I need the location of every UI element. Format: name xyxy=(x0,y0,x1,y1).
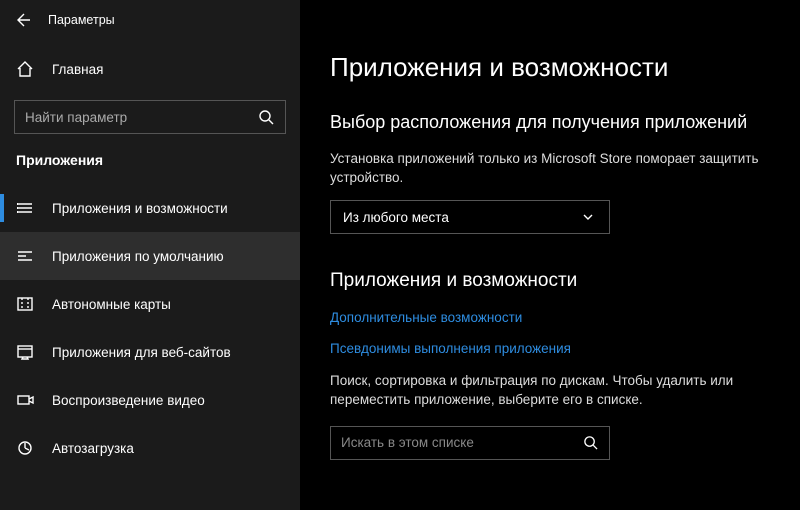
window-title: Параметры xyxy=(48,13,115,27)
main-content: Приложения и возможности Выбор расположе… xyxy=(300,0,800,510)
sidebar-search-input[interactable]: Найти параметр xyxy=(14,100,286,134)
sidebar-item-label: Приложения и возможности xyxy=(52,201,228,216)
search-icon xyxy=(257,108,275,126)
default-apps-icon xyxy=(16,247,34,265)
offline-maps-icon xyxy=(16,295,34,313)
sidebar-item-apps-for-websites[interactable]: Приложения для веб-сайтов xyxy=(0,328,300,376)
link-execution-aliases[interactable]: Псевдонимы выполнения приложения xyxy=(330,341,770,356)
apps-search-placeholder: Искать в этом списке xyxy=(341,435,474,450)
video-playback-icon xyxy=(16,391,34,409)
sidebar-item-label: Приложения по умолчанию xyxy=(52,249,224,264)
sidebar-nav: Приложения и возможности Приложения по у… xyxy=(0,184,300,472)
sidebar-item-label: Автозагрузка xyxy=(52,441,134,456)
home-nav-item[interactable]: Главная xyxy=(0,48,300,90)
sidebar-item-offline-maps[interactable]: Автономные карты xyxy=(0,280,300,328)
sidebar-item-startup[interactable]: Автозагрузка xyxy=(0,424,300,472)
chevron-down-icon xyxy=(579,208,597,226)
app-source-heading: Выбор расположения для получения приложе… xyxy=(330,111,770,134)
startup-icon xyxy=(16,439,34,457)
dropdown-value: Из любого места xyxy=(343,210,449,225)
back-arrow-icon[interactable] xyxy=(14,12,30,28)
sidebar: Параметры Главная Найти параметр Приложе… xyxy=(0,0,300,510)
sidebar-item-label: Воспроизведение видео xyxy=(52,393,205,408)
apps-section-description: Поиск, сортировка и фильтрация по дискам… xyxy=(330,372,770,410)
apps-section-heading: Приложения и возможности xyxy=(330,270,770,292)
sidebar-item-video-playback[interactable]: Воспроизведение видео xyxy=(0,376,300,424)
page-title: Приложения и возможности xyxy=(330,52,770,83)
sidebar-item-apps-features[interactable]: Приложения и возможности xyxy=(0,184,300,232)
apps-websites-icon xyxy=(16,343,34,361)
app-source-dropdown[interactable]: Из любого места xyxy=(330,200,610,234)
sidebar-item-default-apps[interactable]: Приложения по умолчанию xyxy=(0,232,300,280)
link-optional-features[interactable]: Дополнительные возможности xyxy=(330,310,770,325)
sidebar-item-label: Приложения для веб-сайтов xyxy=(52,345,231,360)
search-icon xyxy=(581,434,599,452)
sidebar-item-label: Автономные карты xyxy=(52,297,171,312)
home-icon xyxy=(16,60,34,78)
home-label: Главная xyxy=(52,62,103,77)
titlebar: Параметры xyxy=(0,0,300,40)
sidebar-section-heading: Приложения xyxy=(0,134,300,176)
sidebar-search-placeholder: Найти параметр xyxy=(25,110,127,125)
apps-features-icon xyxy=(16,199,34,217)
app-source-description: Установка приложений только из Microsoft… xyxy=(330,150,770,188)
apps-search-input[interactable]: Искать в этом списке xyxy=(330,426,610,460)
